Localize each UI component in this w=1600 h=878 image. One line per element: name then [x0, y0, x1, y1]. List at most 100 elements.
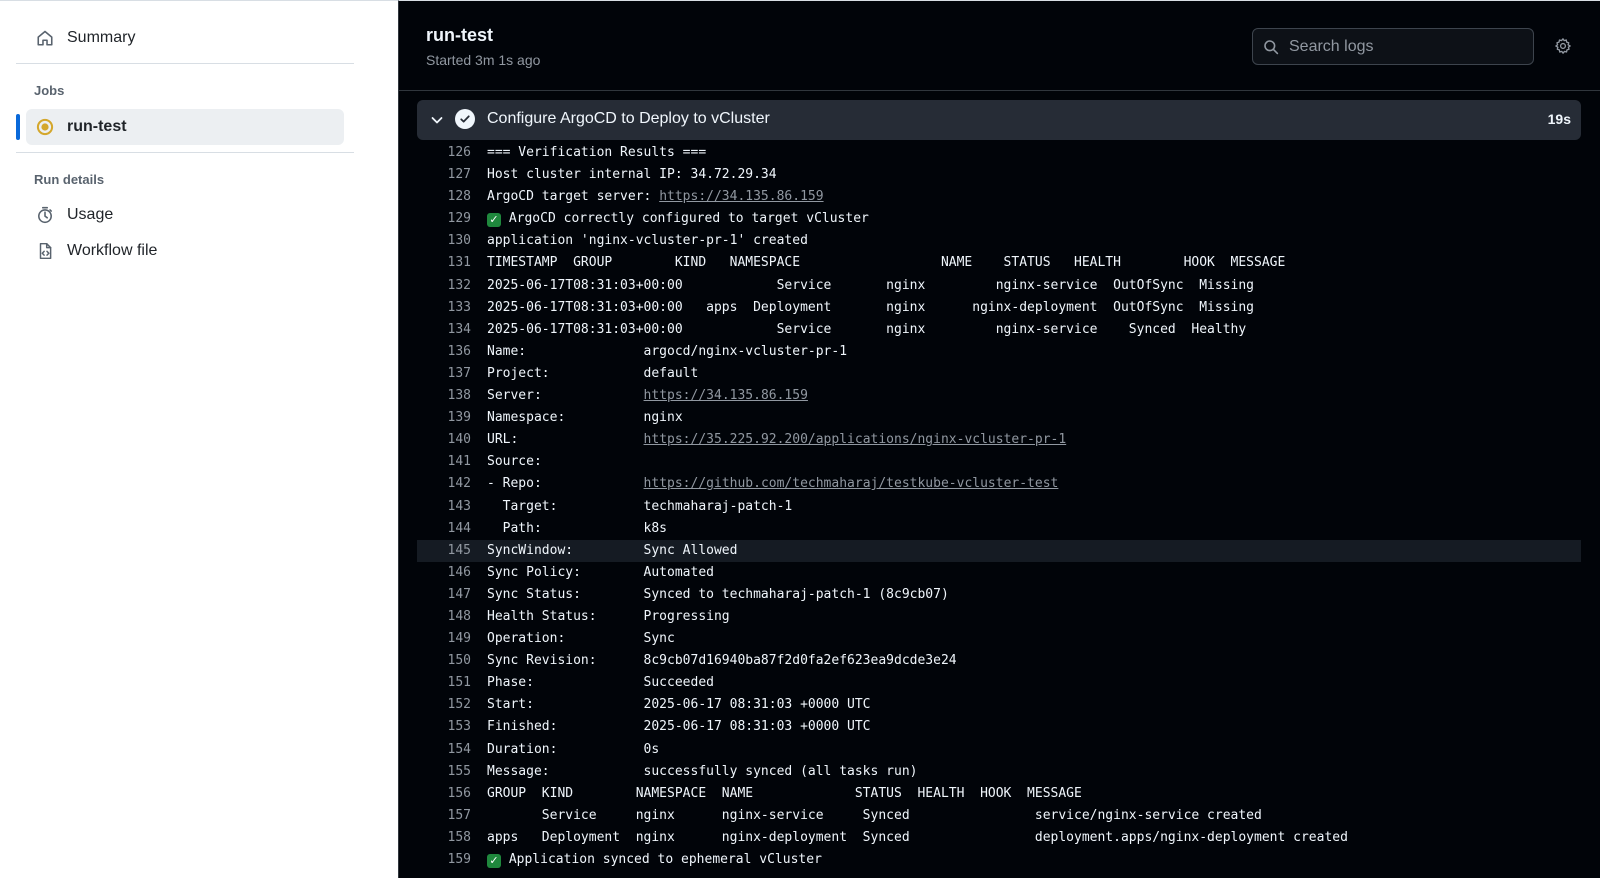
line-number[interactable]: 152 — [417, 694, 471, 716]
step-title: Configure ArgoCD to Deploy to vCluster — [487, 110, 770, 127]
log-line: 130 application 'nginx-vcluster-pr-1' cre… — [417, 230, 1581, 252]
log-line: 129 ✓ ArgoCD correctly configured to targ… — [417, 208, 1581, 230]
log-text: TIMESTAMP GROUP KIND NAMESPACE NAME STAT… — [487, 255, 1286, 271]
line-number[interactable]: 154 — [417, 739, 471, 761]
log-text: Source: — [487, 454, 542, 470]
line-number[interactable]: 145 — [417, 540, 471, 562]
line-number[interactable]: 149 — [417, 628, 471, 650]
file-code-icon — [35, 241, 55, 261]
line-number[interactable]: 158 — [417, 827, 471, 849]
line-number[interactable]: 147 — [417, 584, 471, 606]
line-number[interactable]: 144 — [417, 518, 471, 540]
log-output: 126 === Verification Results === 127 Host c… — [417, 142, 1581, 871]
check-mark-icon: ✓ — [487, 213, 501, 228]
gear-icon[interactable] — [1552, 35, 1574, 57]
log-text: Sync Policy: Automated — [487, 564, 714, 580]
log-line: 127 Host cluster internal IP: 34.72.29.34 — [417, 164, 1581, 186]
chevron-down-icon[interactable] — [429, 112, 445, 128]
line-number[interactable]: 159 — [417, 849, 471, 871]
log-link[interactable]: https://34.135.86.159 — [659, 189, 823, 204]
log-text: - Repo: https://github.com/techmaharaj/t… — [487, 476, 1059, 492]
sidebar-item-usage[interactable]: Usage — [26, 197, 344, 233]
log-line: 159 ✓ Application synced to ephemeral vCl… — [417, 849, 1581, 871]
line-number[interactable]: 155 — [417, 761, 471, 783]
line-number[interactable]: 150 — [417, 650, 471, 672]
log-text: Sync Status: Synced to techmaharaj-patch… — [487, 586, 949, 602]
line-number[interactable]: 157 — [417, 805, 471, 827]
search-logs-box[interactable] — [1252, 28, 1534, 65]
line-number[interactable]: 143 — [417, 496, 471, 518]
line-number[interactable]: 126 — [417, 142, 471, 164]
log-line: 144 Path: k8s — [417, 518, 1581, 540]
log-line: 137 Project: default — [417, 363, 1581, 385]
line-number[interactable]: 151 — [417, 672, 471, 694]
sidebar-item-summary[interactable]: Summary — [26, 20, 344, 56]
divider — [399, 90, 1600, 91]
line-number[interactable]: 134 — [417, 319, 471, 341]
sidebar-item-label: run-test — [67, 118, 127, 135]
line-number[interactable]: 138 — [417, 385, 471, 407]
log-link[interactable]: https://35.225.92.200/applications/nginx… — [644, 432, 1067, 447]
log-text: 2025-06-17T08:31:03+00:00 Service nginx … — [487, 321, 1247, 337]
sidebar-item-label: Summary — [67, 29, 136, 46]
line-number[interactable]: 129 — [417, 208, 471, 230]
line-number[interactable]: 156 — [417, 783, 471, 805]
log-text: URL: https://35.225.92.200/applications/… — [487, 432, 1067, 448]
search-logs-input[interactable] — [1289, 37, 1519, 56]
log-line: 158 apps Deployment nginx nginx-deploymen… — [417, 827, 1581, 849]
log-text: Health Status: Progressing — [487, 608, 730, 624]
line-number[interactable]: 146 — [417, 562, 471, 584]
line-number[interactable]: 136 — [417, 341, 471, 363]
log-line: 142 - Repo: https://github.com/techmahara… — [417, 473, 1581, 495]
log-line: 132 2025-06-17T08:31:03+00:00 Service ngi… — [417, 275, 1581, 297]
log-line: 139 Namespace: nginx — [417, 407, 1581, 429]
step-header[interactable]: Configure ArgoCD to Deploy to vCluster 1… — [417, 100, 1581, 140]
step-duration: 19s — [1547, 111, 1571, 127]
log-panel: run-test Started 3m 1s ago Configure Arg… — [398, 0, 1600, 878]
log-line: 146 Sync Policy: Automated — [417, 562, 1581, 584]
log-line: 141 Source: — [417, 451, 1581, 473]
line-number[interactable]: 140 — [417, 429, 471, 451]
log-text: === Verification Results === — [487, 145, 707, 160]
home-icon — [35, 28, 55, 48]
jobs-heading: Jobs — [34, 83, 65, 98]
log-text: Finished: 2025-06-17 08:31:03 +0000 UTC — [487, 719, 871, 735]
line-number[interactable]: 130 — [417, 230, 471, 252]
line-number[interactable]: 148 — [417, 606, 471, 628]
divider — [16, 63, 354, 64]
log-line: 140 URL: https://35.225.92.200/applicatio… — [417, 429, 1581, 451]
search-icon — [1264, 39, 1279, 54]
success-check-icon — [455, 109, 475, 129]
sidebar-item-workflow-file[interactable]: Workflow file — [26, 233, 344, 269]
line-number[interactable]: 137 — [417, 363, 471, 385]
line-number[interactable]: 128 — [417, 186, 471, 208]
sidebar-item-run-test[interactable]: run-test — [26, 109, 344, 145]
log-line: 126 === Verification Results === — [417, 142, 1581, 164]
line-number[interactable]: 127 — [417, 164, 471, 186]
log-link[interactable]: https://github.com/techmaharaj/testkube-… — [644, 476, 1059, 491]
log-text: Phase: Succeeded — [487, 675, 714, 691]
log-text: ✓ ArgoCD correctly configured to target … — [487, 208, 869, 230]
log-text: 2025-06-17T08:31:03+00:00 apps Deploymen… — [487, 299, 1255, 315]
log-line: 133 2025-06-17T08:31:03+00:00 apps Deploy… — [417, 297, 1581, 319]
log-text: Duration: 0s — [487, 741, 660, 757]
line-number[interactable]: 153 — [417, 716, 471, 738]
line-number[interactable]: 141 — [417, 451, 471, 473]
log-line: 154 Duration: 0s — [417, 739, 1581, 761]
line-number[interactable]: 131 — [417, 252, 471, 274]
log-text: Target: techmaharaj-patch-1 — [487, 498, 793, 514]
log-text: Name: argocd/nginx-vcluster-pr-1 — [487, 343, 848, 359]
log-link[interactable]: https://34.135.86.159 — [644, 388, 808, 403]
log-text: ArgoCD target server: https://34.135.86.… — [487, 189, 824, 205]
log-line: 148 Health Status: Progressing — [417, 606, 1581, 628]
line-number[interactable]: 133 — [417, 297, 471, 319]
page-title: run-test — [426, 25, 493, 45]
line-number[interactable]: 142 — [417, 473, 471, 495]
log-text: apps Deployment nginx nginx-deployment S… — [487, 829, 1348, 845]
line-number[interactable]: 132 — [417, 275, 471, 297]
log-text: SyncWindow: Sync Allowed — [487, 542, 738, 558]
line-number[interactable]: 139 — [417, 407, 471, 429]
log-line: 147 Sync Status: Synced to techmaharaj-pa… — [417, 584, 1581, 606]
check-mark-icon: ✓ — [487, 854, 501, 868]
log-text: 2025-06-17T08:31:03+00:00 Service nginx … — [487, 277, 1255, 293]
